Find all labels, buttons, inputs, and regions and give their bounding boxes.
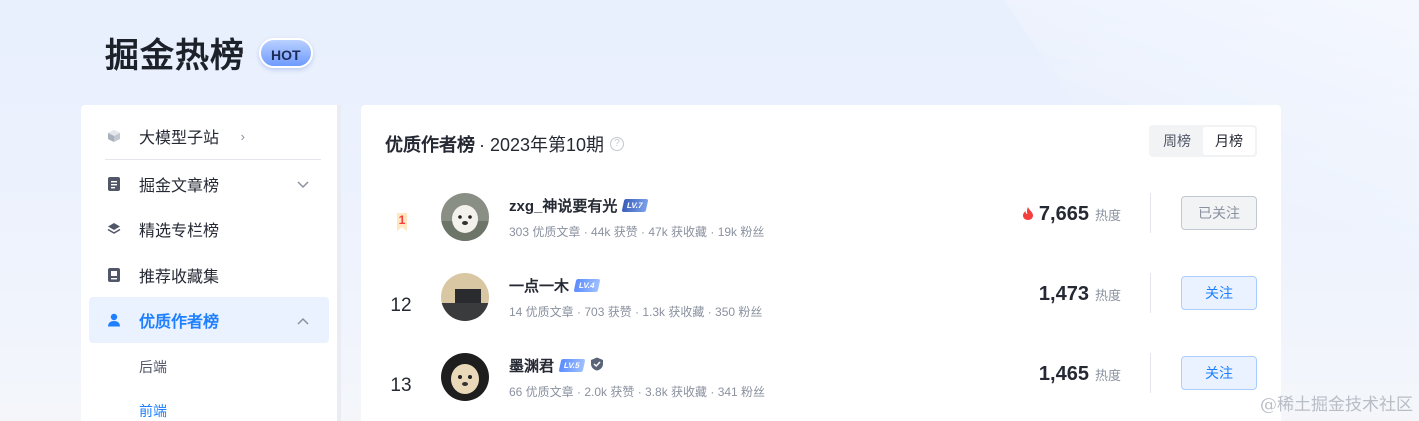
sidebar-item-label: 推荐收藏集	[139, 269, 220, 286]
hot-badge: HOT	[259, 37, 313, 68]
user-icon	[107, 313, 121, 327]
author-row[interactable]: 13 墨渊君 LV.5 66 优质文章 · 2.0k 获赞 · 3.8k 获收藏…	[361, 349, 1281, 421]
chevron-right-icon: ›	[240, 128, 245, 144]
author-row[interactable]: 12 一点一木 LV.4 14 优质文章 · 703 获赞 · 1.3k 获收藏…	[361, 269, 1281, 349]
panel-title-period: · 2023年第10期	[479, 135, 605, 155]
sidebar-scrollbar[interactable]	[337, 105, 341, 421]
author-name[interactable]: zxg_神说要有光 LV.7	[509, 195, 649, 216]
sidebar-subitem-frontend[interactable]: 前端	[139, 401, 167, 421]
level-badge: LV.5	[558, 359, 585, 372]
heat-label: 热度	[1094, 208, 1121, 223]
heat-value: 1,473	[1038, 283, 1089, 305]
follow-button[interactable]: 关注	[1181, 356, 1257, 390]
sidebar-item-columns[interactable]: 精选专栏榜	[89, 206, 329, 252]
avatar[interactable]	[441, 353, 489, 401]
row-divider	[1150, 193, 1151, 233]
author-stats: 303 优质文章 · 44k 获赞 · 47k 获收藏 · 19k 粉丝	[509, 225, 765, 239]
rank-medal-icon: 1	[397, 213, 407, 231]
author-name-text: zxg_神说要有光	[509, 198, 618, 215]
heat-label: 热度	[1094, 368, 1121, 383]
period-tabs: 周榜 月榜	[1149, 125, 1257, 157]
tab-monthly[interactable]: 月榜	[1203, 127, 1255, 155]
sidebar-item-llm-site[interactable]: 大模型子站 ›	[89, 113, 329, 159]
follow-button[interactable]: 关注	[1181, 276, 1257, 310]
help-icon[interactable]: ?	[610, 137, 625, 151]
rank-number: 1	[399, 213, 406, 227]
sidebar-item-authors[interactable]: 优质作者榜	[89, 297, 329, 343]
brand-header: 掘金热榜 HOT	[105, 28, 313, 77]
author-stats: 14 优质文章 · 703 获赞 · 1.3k 获收藏 · 350 粉丝	[509, 305, 763, 319]
sidebar-item-label: 掘金文章榜	[139, 178, 220, 195]
heat-value: 1,465	[1038, 363, 1089, 385]
ranking-panel: 优质作者榜 · 2023年第10期 ? 周榜 月榜 1 zxg_神说要有光 LV…	[361, 105, 1281, 421]
heat-score: 7,665 热度	[1022, 203, 1121, 226]
tab-weekly[interactable]: 周榜	[1151, 127, 1203, 155]
layers-icon	[107, 222, 121, 236]
level-badge: LV.7	[621, 199, 649, 212]
sidebar-divider	[105, 159, 321, 160]
sidebar-item-label: 大模型子站	[139, 130, 220, 147]
panel-title: 优质作者榜 · 2023年第10期 ?	[385, 131, 625, 157]
chevron-up-icon	[297, 313, 309, 328]
row-divider	[1150, 273, 1151, 313]
row-divider	[1150, 353, 1151, 393]
level-badge: LV.4	[573, 279, 600, 292]
avatar[interactable]	[441, 193, 489, 241]
document-icon	[107, 177, 121, 191]
author-name[interactable]: 墨渊君 LV.5	[509, 355, 604, 376]
author-name-text: 一点一木	[509, 278, 570, 295]
sidebar-item-label: 优质作者榜	[139, 314, 220, 331]
heat-score: 1,465 热度	[1039, 363, 1121, 386]
sidebar-item-collections[interactable]: 推荐收藏集	[89, 252, 329, 298]
author-name[interactable]: 一点一木 LV.4	[509, 275, 600, 296]
brand-title: 掘金热榜	[105, 36, 245, 76]
follow-button[interactable]: 已关注	[1181, 196, 1257, 230]
author-row[interactable]: 1 zxg_神说要有光 LV.7 303 优质文章 · 44k 获赞 · 47k…	[361, 189, 1281, 269]
heat-score: 1,473 热度	[1039, 283, 1121, 306]
rank-number: 13	[390, 375, 412, 396]
heat-label: 热度	[1094, 288, 1121, 303]
sidebar-item-articles[interactable]: 掘金文章榜	[89, 161, 329, 207]
watermark: @稀土掘金技术社区	[1260, 395, 1413, 415]
author-name-text: 墨渊君	[509, 358, 555, 375]
verified-shield-icon	[590, 357, 604, 375]
fire-icon	[1022, 207, 1033, 225]
chevron-down-icon	[297, 177, 309, 192]
collection-icon	[107, 268, 121, 282]
cube-icon	[107, 129, 121, 143]
author-stats: 66 优质文章 · 2.0k 获赞 · 3.8k 获收藏 · 341 粉丝	[509, 385, 766, 399]
sidebar-subitem-backend[interactable]: 后端	[139, 357, 167, 377]
sidebar-item-label: 精选专栏榜	[139, 223, 220, 240]
panel-title-main: 优质作者榜	[385, 135, 475, 155]
avatar[interactable]	[441, 273, 489, 321]
rank-number: 12	[390, 295, 412, 316]
heat-value: 7,665	[1038, 203, 1089, 225]
sidebar: 大模型子站 › 掘金文章榜 精选专栏榜 推荐收藏集 优质作者榜 后端 前端	[81, 105, 337, 421]
